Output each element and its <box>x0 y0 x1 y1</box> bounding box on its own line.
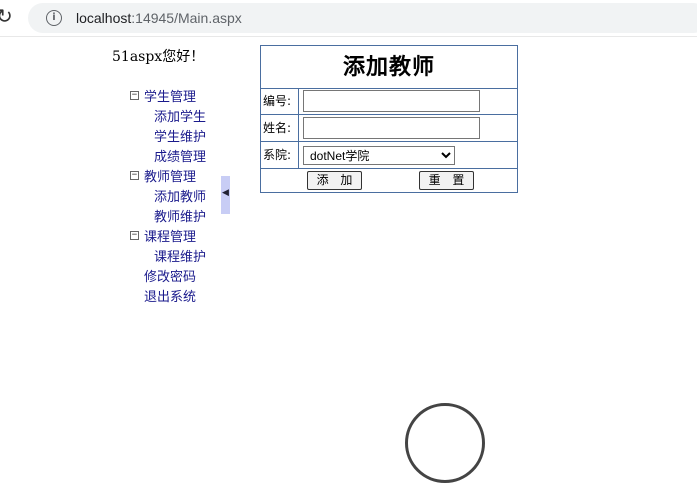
reload-icon[interactable]: ↻ <box>0 4 13 28</box>
teacher-name-label: 姓名: <box>261 115 299 141</box>
url-text: localhost:14945/Main.aspx <box>76 10 242 26</box>
teacher-id-input[interactable] <box>303 90 480 112</box>
collapse-course-toggle[interactable]: − <box>130 231 139 240</box>
collapse-student-toggle[interactable]: − <box>130 91 139 100</box>
logout-link[interactable]: 退出系统 <box>144 286 196 305</box>
add-teacher-form: 添加教师 编号: 姓名: 系院: dotNet学院 添 加 重 置 <box>260 45 518 193</box>
teacher-id-label: 编号: <box>261 88 299 114</box>
tree-item-teacher-maintain[interactable]: 教师维护 <box>154 206 206 225</box>
tree-group-course[interactable]: 课程管理 <box>144 226 196 245</box>
loading-spinner <box>405 403 485 483</box>
department-select[interactable]: dotNet学院 <box>303 146 455 165</box>
add-button[interactable]: 添 加 <box>307 171 362 190</box>
department-label: 系院: <box>261 142 299 168</box>
tree-item-add-student[interactable]: 添加学生 <box>154 106 206 125</box>
row-teacher-name: 姓名: <box>261 115 517 142</box>
reset-button[interactable]: 重 置 <box>419 171 474 190</box>
sidebar-collapse-handle[interactable]: ◀ <box>221 176 230 214</box>
welcome-message: 51aspx您好！ <box>112 49 205 65</box>
tree-item-add-teacher[interactable]: 添加教师 <box>154 186 206 205</box>
site-info-icon[interactable]: i <box>46 10 62 26</box>
row-department: 系院: dotNet学院 <box>261 142 517 169</box>
address-bar[interactable]: i localhost:14945/Main.aspx <box>28 3 697 33</box>
row-teacher-id: 编号: <box>261 88 517 115</box>
tree-group-student[interactable]: 学生管理 <box>144 86 196 105</box>
browser-toolbar: ↻ i localhost:14945/Main.aspx <box>0 0 697 37</box>
tree-item-course-maintain[interactable]: 课程维护 <box>154 246 206 265</box>
teacher-name-input[interactable] <box>303 117 480 139</box>
tree-item-student-maintain[interactable]: 学生维护 <box>154 126 206 145</box>
form-title: 添加教师 <box>261 46 517 89</box>
tree-group-teacher[interactable]: 教师管理 <box>144 166 196 185</box>
change-password-link[interactable]: 修改密码 <box>144 266 196 285</box>
arrow-left-icon: ◀ <box>222 188 229 198</box>
collapse-teacher-toggle[interactable]: − <box>130 171 139 180</box>
tree-item-grade-manage[interactable]: 成绩管理 <box>154 146 206 165</box>
